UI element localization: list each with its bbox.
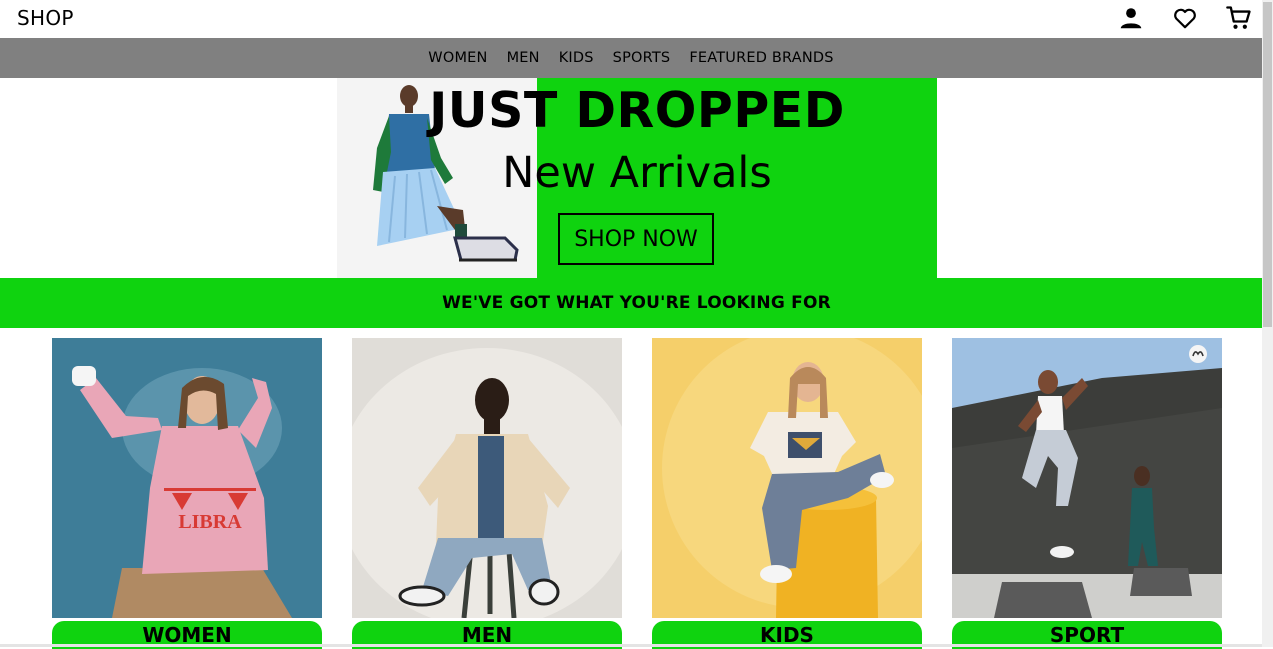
brand-logo[interactable]: SHOP — [17, 6, 74, 30]
hero-banner: JUST DROPPED New Arrivals SHOP NOW — [337, 78, 937, 278]
heart-icon[interactable] — [1168, 4, 1202, 32]
hero-title: JUST DROPPED — [429, 82, 845, 139]
user-icon[interactable] — [1114, 4, 1148, 32]
nav-item-sports[interactable]: SPORTS — [613, 50, 671, 66]
nav-item-women[interactable]: WOMEN — [428, 50, 487, 66]
men-category-image — [352, 338, 622, 618]
scrollbar-thumb[interactable] — [1263, 2, 1272, 327]
sport-category-image — [952, 338, 1222, 618]
vertical-scrollbar[interactable] — [1262, 0, 1273, 647]
cart-icon[interactable] — [1222, 4, 1256, 32]
nav-item-kids[interactable]: KIDS — [559, 50, 594, 66]
shop-now-button[interactable]: SHOP NOW — [558, 213, 714, 265]
category-card-sport[interactable]: SPORT — [952, 338, 1222, 649]
kids-category-image — [652, 338, 922, 618]
nav-item-featured-brands[interactable]: FEATURED BRANDS — [689, 50, 833, 66]
category-card-women[interactable]: LIBRA WOMEN — [52, 338, 322, 649]
category-card-men[interactable]: MEN — [352, 338, 622, 649]
main-nav: WOMEN MEN KIDS SPORTS FEATURED BRANDS — [0, 38, 1262, 78]
nav-item-men[interactable]: MEN — [507, 50, 540, 66]
category-grid: LIBRA WOMEN MEN KIDS SPORT — [52, 338, 1222, 649]
promo-banner: WE'VE GOT WHAT YOU'RE LOOKING FOR — [0, 278, 1273, 328]
category-card-kids[interactable]: KIDS — [652, 338, 922, 649]
hero-subtitle: New Arrivals — [502, 148, 772, 198]
svg-text:LIBRA: LIBRA — [178, 511, 242, 533]
top-bar: SHOP — [0, 0, 1262, 38]
header-icons — [1114, 4, 1256, 32]
women-category-image: LIBRA — [52, 338, 322, 618]
